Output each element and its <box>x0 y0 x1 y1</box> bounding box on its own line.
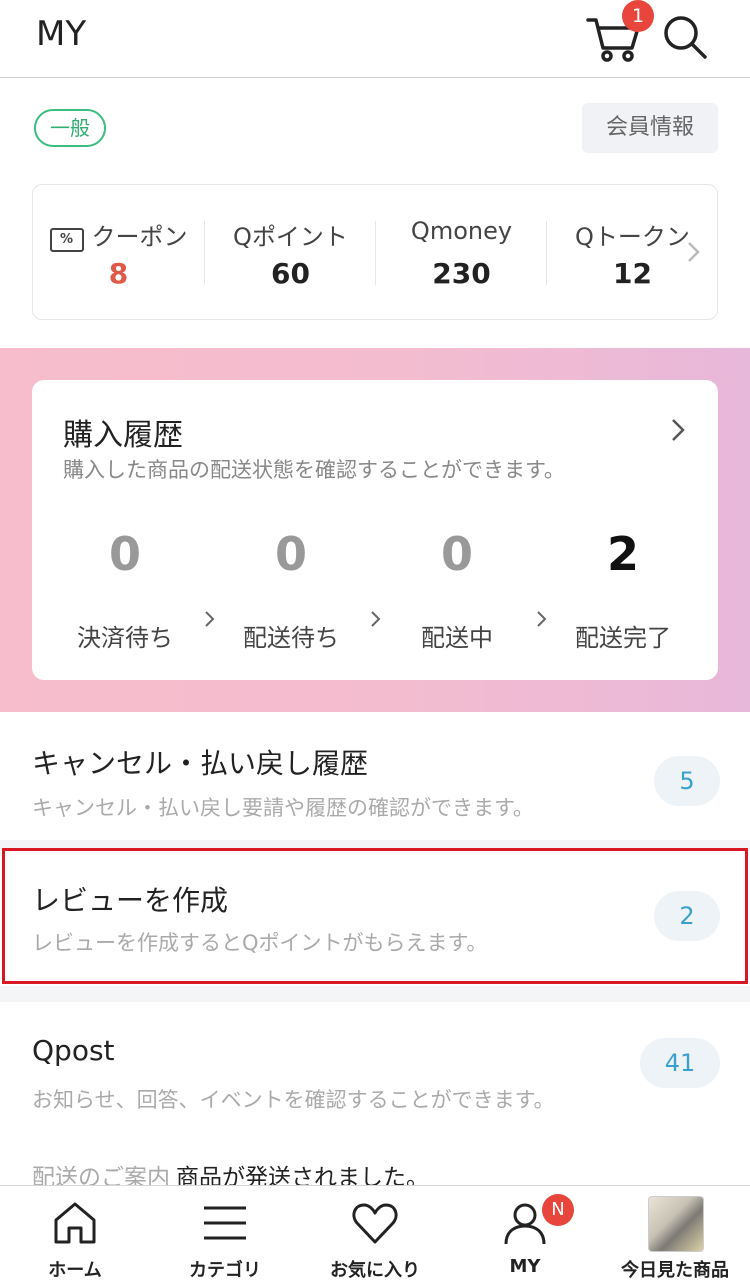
coupon-icon: % <box>49 228 84 252</box>
purchase-history-description: 購入した商品の配送状態を確認することができます。 <box>63 458 565 482</box>
top-header: MY 1 <box>0 0 750 78</box>
menu-row-cancel-refund[interactable]: キャンセル・払い戻し履歴 キャンセル・払い戻し要請や履歴の確認ができます。 5 <box>0 712 750 840</box>
status-awaiting-payment[interactable]: 0 決済待ち <box>55 526 195 653</box>
page-title: MY <box>36 14 87 54</box>
member-info-button[interactable]: 会員情報 <box>582 103 718 153</box>
chevron-right-icon[interactable] <box>668 416 688 444</box>
row-description: キャンセル・払い戻し要請や履歴の確認ができます。 <box>32 796 534 820</box>
nav-home[interactable]: ホーム <box>0 1186 150 1283</box>
chevron-right-icon[interactable] <box>683 239 703 265</box>
new-badge: N <box>542 1194 574 1226</box>
nav-label: MY <box>509 1256 541 1277</box>
status-count: 0 <box>440 527 473 581</box>
nav-recently-viewed[interactable]: 今日見た商品 <box>600 1186 750 1283</box>
my-page: MY 1 一般 会員情報 % クーポン 8 Qポイント 60 Qmoney 230 <box>0 0 750 1283</box>
assets-summary: % クーポン 8 Qポイント 60 Qmoney 230 Qトークン 12 <box>32 184 718 320</box>
asset-qpoint[interactable]: Qポイント 60 <box>205 185 376 319</box>
purchase-history-card[interactable]: 購入履歴 購入した商品の配送状態を確認することができます。 0 決済待ち 0 配… <box>32 380 718 680</box>
section-divider <box>0 986 750 1002</box>
search-icon[interactable] <box>660 12 710 62</box>
nav-label: お気に入り <box>330 1260 420 1281</box>
row-title: Qpost <box>32 1034 115 1067</box>
status-label: 配送完了 <box>575 624 671 652</box>
status-count: 0 <box>108 527 141 581</box>
count-badge: 5 <box>654 756 720 806</box>
asset-label: Qポイント <box>233 223 348 251</box>
status-label: 配送中 <box>421 624 493 652</box>
nav-favorites[interactable]: お気に入り <box>300 1186 450 1283</box>
status-count: 2 <box>606 527 639 581</box>
recent-product-thumbnail <box>648 1196 704 1252</box>
row-title: レビューを作成 <box>32 884 229 917</box>
asset-value: 230 <box>432 257 491 290</box>
asset-qmoney[interactable]: Qmoney 230 <box>376 185 547 319</box>
member-grade-badge: 一般 <box>34 109 106 147</box>
row-title: キャンセル・払い戻し履歴 <box>32 747 369 780</box>
status-delivered[interactable]: 2 配送完了 <box>553 526 693 653</box>
cart-count-badge: 1 <box>622 0 654 32</box>
asset-label: クーポン <box>91 223 188 251</box>
status-label: 配送待ち <box>243 624 339 652</box>
asset-value: 60 <box>271 257 310 290</box>
status-label: 決済待ち <box>77 624 173 652</box>
nav-category[interactable]: カテゴリ <box>150 1186 300 1283</box>
row-description: レビューを作成するとQポイントがもらえます。 <box>32 931 488 955</box>
row-description: お知らせ、回答、イベントを確認することができます。 <box>32 1088 555 1112</box>
home-icon <box>54 1202 96 1244</box>
nav-label: 今日見た商品 <box>621 1260 729 1281</box>
status-awaiting-shipment[interactable]: 0 配送待ち <box>221 526 361 653</box>
asset-label: Qmoney <box>410 217 513 245</box>
menu-icon <box>204 1206 246 1240</box>
bottom-navigation: ホーム カテゴリ お気に入り N MY 今日見た商品 <box>0 1185 750 1283</box>
purchase-history-title: 購入履歴 <box>63 418 183 453</box>
menu-row-write-review[interactable]: レビューを作成 レビューを作成するとQポイントがもらえます。 2 <box>0 851 750 981</box>
status-count: 0 <box>274 527 307 581</box>
status-in-transit[interactable]: 0 配送中 <box>387 526 527 653</box>
asset-value: 8 <box>108 257 129 290</box>
chevron-right-icon <box>371 611 381 627</box>
asset-coupon[interactable]: % クーポン 8 <box>33 185 204 319</box>
chevron-right-icon <box>537 611 547 627</box>
nav-label: ホーム <box>48 1260 102 1281</box>
count-badge: 2 <box>654 891 720 941</box>
chevron-right-icon <box>205 611 215 627</box>
heart-icon <box>352 1203 398 1244</box>
nav-my[interactable]: N MY <box>450 1186 600 1283</box>
count-badge: 41 <box>640 1038 720 1088</box>
nav-label: カテゴリ <box>189 1260 261 1281</box>
